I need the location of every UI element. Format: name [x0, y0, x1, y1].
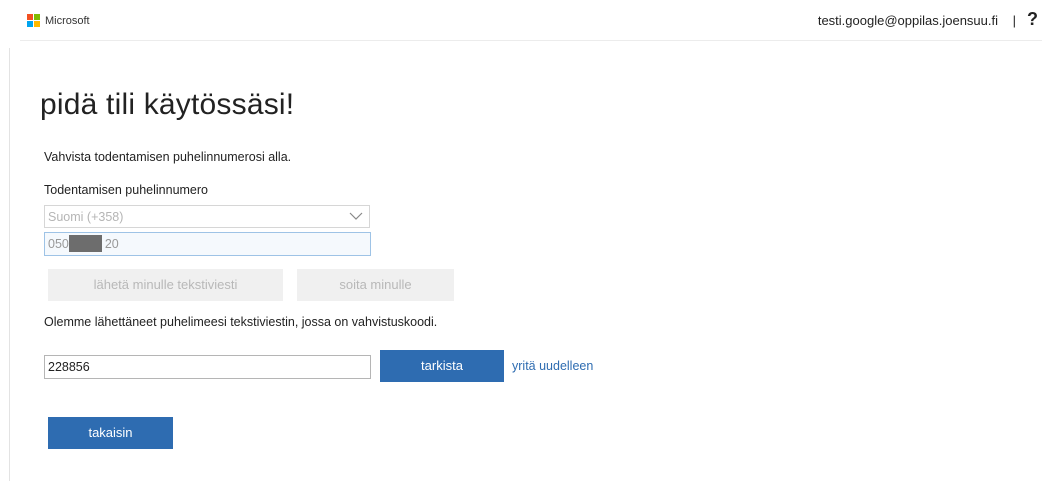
microsoft-logo-icon: [27, 14, 41, 28]
code-sent-message: Olemme lähettäneet puhelimeesi tekstivie…: [44, 315, 438, 329]
verify-button[interactable]: tarkista: [380, 350, 504, 382]
header-divider: |: [1012, 13, 1016, 28]
user-email[interactable]: testi.google@oppilas.joensuu.fi: [818, 13, 998, 28]
retry-link[interactable]: yritä uudelleen: [512, 359, 593, 373]
brand-name: Microsoft: [45, 15, 90, 27]
phone-value-end: 20: [104, 237, 119, 251]
country-code-select[interactable]: Suomi (+358): [44, 205, 370, 228]
instruction-text: Vahvista todentamisen puhelinnumerosi al…: [44, 150, 292, 164]
verification-code-value: 228856: [48, 360, 90, 374]
header: Microsoft testi.google@oppilas.joensuu.f…: [20, 0, 1042, 41]
phone-number-input[interactable]: 050 20: [44, 232, 371, 256]
send-sms-button[interactable]: lähetä minulle tekstiviesti: [48, 269, 283, 301]
page-title: pidä tili käytössäsi!: [40, 88, 295, 121]
help-icon[interactable]: ?: [1027, 9, 1038, 30]
page: Microsoft testi.google@oppilas.joensuu.f…: [0, 0, 1042, 481]
chevron-down-icon: [349, 212, 363, 220]
verification-code-input[interactable]: 228856: [44, 355, 371, 379]
phone-number-label: Todentamisen puhelinnumero: [44, 183, 208, 197]
redaction-overlay: [69, 235, 102, 252]
left-border: [9, 48, 10, 481]
call-me-button[interactable]: soita minulle: [297, 269, 454, 301]
back-button[interactable]: takaisin: [48, 417, 173, 449]
country-code-value: Suomi (+358): [48, 210, 124, 224]
phone-value-start: 050: [48, 237, 69, 251]
